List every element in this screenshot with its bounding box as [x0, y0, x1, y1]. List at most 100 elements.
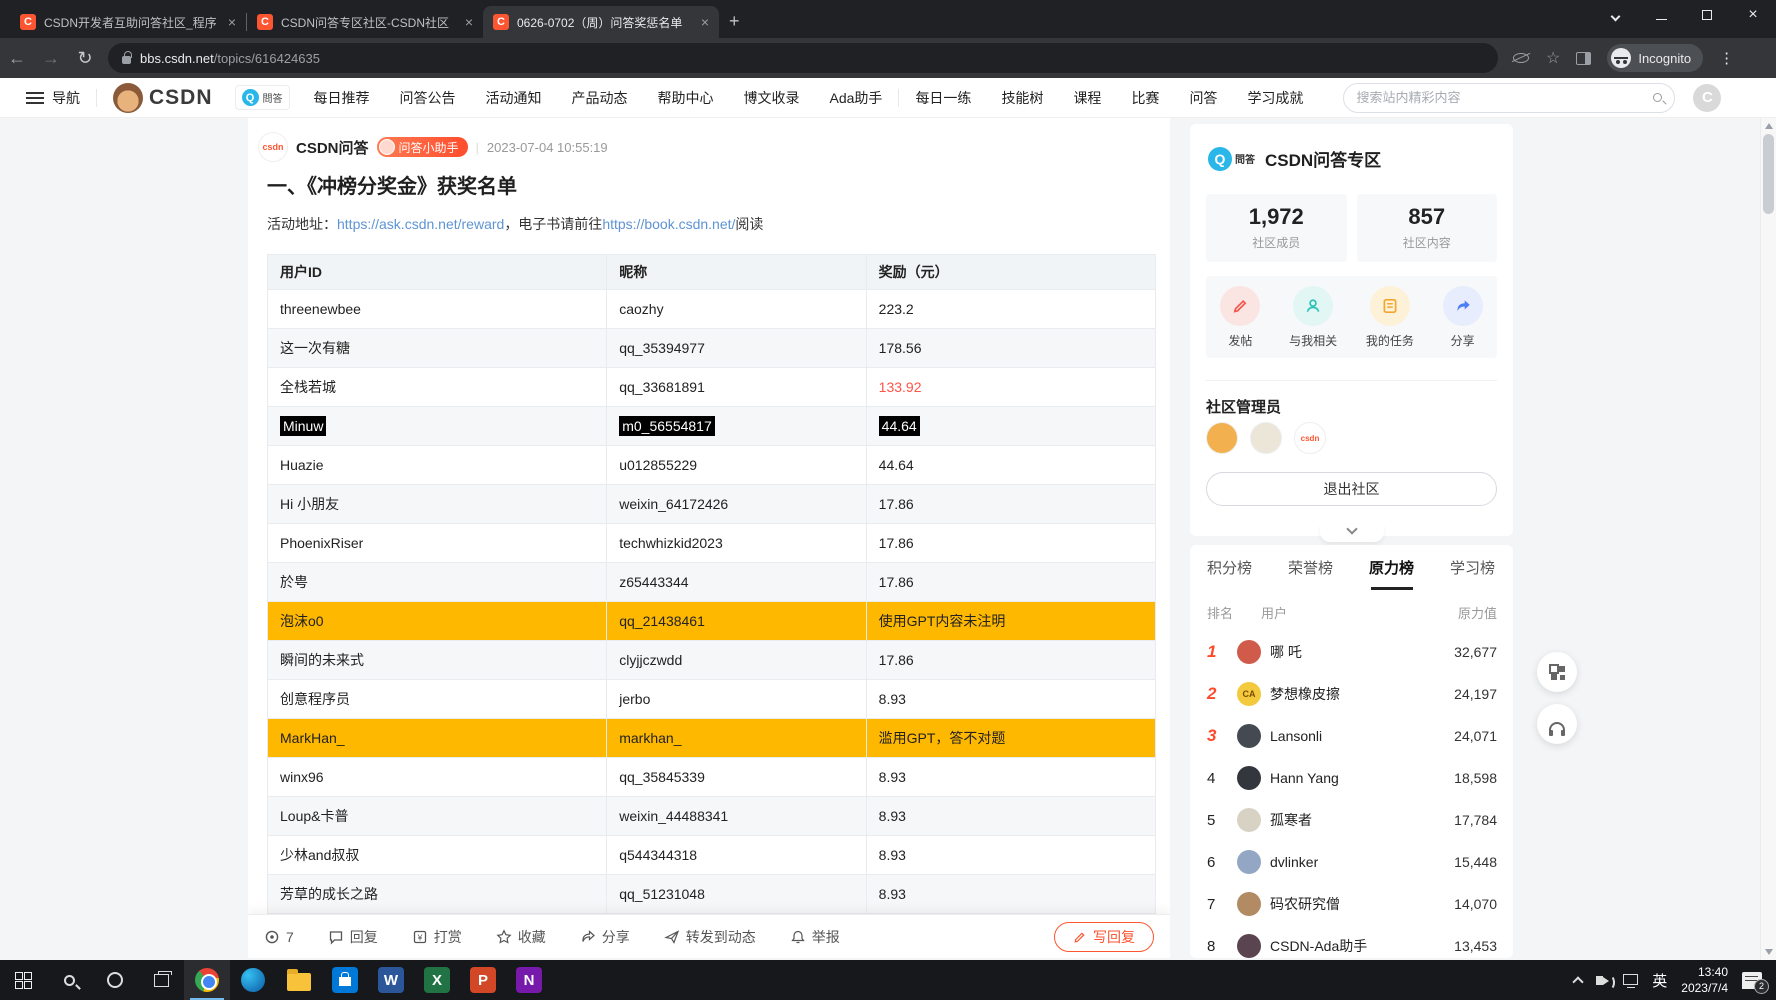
nav-link[interactable]: 帮助中心	[658, 88, 714, 108]
nav-menu-label[interactable]: 导航	[52, 88, 80, 108]
page-scrollbar[interactable]	[1760, 118, 1776, 960]
search-input[interactable]	[1356, 90, 1654, 105]
rank-number: 7	[1207, 895, 1216, 913]
browser-tab[interactable]: C CSDN问答专区社区-CSDN社区 ×	[247, 6, 483, 38]
tab-close-icon[interactable]: ×	[465, 15, 473, 29]
admin-avatar[interactable]	[1250, 422, 1282, 454]
community-action-与我相关[interactable]: 与我相关	[1289, 285, 1337, 349]
nav-link[interactable]: Ada助手	[830, 88, 883, 108]
ranking-row[interactable]: 7 码农研究僧 14,070	[1207, 883, 1497, 925]
search-box[interactable]	[1343, 82, 1676, 113]
post-author-avatar[interactable]: csdn	[258, 132, 288, 162]
bookmark-star-icon[interactable]: ☆	[1546, 48, 1560, 68]
nav-link[interactable]: 问答公告	[400, 88, 456, 108]
admin-avatar[interactable]: csdn	[1294, 422, 1326, 454]
hidden-icons-chevron[interactable]	[1572, 976, 1584, 988]
ranking-row[interactable]: 3 Lansonli 24,071	[1207, 715, 1497, 757]
community-action-分享[interactable]: 分享	[1442, 285, 1483, 349]
ranking-tab-学习榜[interactable]: 学习榜	[1450, 557, 1495, 590]
nav-link[interactable]: 每日推荐	[314, 88, 370, 108]
csdn-logo[interactable]: CSDN	[149, 86, 213, 110]
onenote-icon: N	[516, 967, 542, 993]
taskbar-app-word[interactable]: W	[368, 960, 414, 1000]
action-转发到动态[interactable]: 转发到动态	[663, 927, 756, 947]
action-打赏[interactable]: ¥ 打赏	[412, 927, 462, 947]
ranking-row[interactable]: 4 Hann Yang 18,598	[1207, 757, 1497, 799]
nav-link[interactable]: 活动通知	[486, 88, 542, 108]
task-view-button[interactable]	[138, 960, 184, 1000]
speaker-icon[interactable]	[1596, 974, 1616, 990]
ranking-tab-荣誉榜[interactable]: 荣誉榜	[1288, 557, 1333, 590]
scroll-up-arrow[interactable]	[1765, 123, 1773, 129]
eye-off-icon[interactable]	[1512, 52, 1530, 64]
scrollbar-thumb[interactable]	[1763, 134, 1774, 214]
ranking-row[interactable]: 5 孤寒者 17,784	[1207, 799, 1497, 841]
nav-link[interactable]: 学习成就	[1247, 88, 1303, 108]
action-center-icon[interactable]: 2	[1742, 971, 1769, 994]
browser-tab[interactable]: C 0626-0702（周）问答奖惩名单 ×	[483, 6, 719, 38]
restore-button[interactable]	[1684, 8, 1730, 23]
nav-link[interactable]: 博文收录	[744, 88, 800, 108]
collapse-button[interactable]	[1320, 523, 1384, 542]
taskbar-app-powerpoint[interactable]: P	[460, 960, 506, 1000]
ranking-row[interactable]: 2 CA 梦想橡皮擦 24,197	[1207, 673, 1497, 715]
community-qa-badge[interactable]: Q 問答	[234, 85, 290, 110]
ime-indicator[interactable]: 英	[1652, 970, 1667, 991]
action-举报[interactable]: 举报	[790, 927, 840, 947]
ranking-tab-积分榜[interactable]: 积分榜	[1207, 557, 1252, 590]
action-收藏[interactable]: 收藏	[496, 927, 546, 947]
close-button[interactable]: ×	[1730, 6, 1776, 24]
ranking-tab-原力榜[interactable]: 原力榜	[1369, 557, 1414, 590]
ranking-row[interactable]: 1 哪 吒 32,677	[1207, 631, 1497, 673]
browser-tab[interactable]: C CSDN开发者互助问答社区_程序 ×	[10, 6, 246, 38]
taskbar-app-onenote[interactable]: N	[506, 960, 552, 1000]
customer-service-button[interactable]	[1537, 704, 1577, 744]
address-bar[interactable]: bbs.csdn.net/topics/616424635	[108, 43, 1498, 73]
taskbar-app-edge[interactable]	[230, 960, 276, 1000]
nav-link[interactable]: 课程	[1073, 88, 1101, 108]
search-icon[interactable]	[1653, 93, 1663, 102]
action-分享[interactable]: 分享	[580, 927, 630, 947]
ranking-row[interactable]: 6 dvlinker 15,448	[1207, 841, 1497, 883]
reload-button[interactable]: ↻	[68, 48, 102, 69]
taskbar-app-file-explorer[interactable]	[276, 960, 322, 1000]
tab-close-icon[interactable]: ×	[228, 15, 236, 29]
action-回复[interactable]: 回复	[328, 927, 378, 947]
community-action-发帖[interactable]: 发帖	[1220, 285, 1261, 349]
back-button[interactable]: ←	[0, 48, 34, 69]
forward-button[interactable]: →	[34, 48, 68, 69]
browser-menu-icon[interactable]: ⋮	[1719, 49, 1734, 67]
taskbar-search-button[interactable]	[46, 960, 92, 1000]
activity-link[interactable]: https://ask.csdn.net/reward	[337, 216, 504, 232]
nav-link[interactable]: 每日一练	[915, 88, 971, 108]
taskbar-clock[interactable]: 13:40 2023/7/4	[1681, 964, 1728, 996]
c-member-icon[interactable]: C	[1693, 83, 1722, 112]
user-avatar[interactable]	[113, 82, 143, 113]
community-title[interactable]: CSDN问答专区	[1265, 146, 1381, 171]
new-tab-button[interactable]: +	[729, 11, 740, 32]
admin-avatar[interactable]	[1206, 422, 1238, 454]
minimize-button[interactable]	[1638, 8, 1684, 23]
hamburger-icon[interactable]	[26, 91, 44, 104]
taskbar-app-store[interactable]	[322, 960, 368, 1000]
network-icon[interactable]	[1623, 973, 1639, 988]
side-panel-icon[interactable]	[1576, 51, 1592, 65]
nav-link[interactable]: 产品动态	[572, 88, 628, 108]
nav-link[interactable]: 技能树	[1001, 88, 1043, 108]
nav-link[interactable]: 问答	[1189, 88, 1217, 108]
tab-close-icon[interactable]: ×	[701, 15, 709, 29]
start-button[interactable]	[0, 960, 46, 1000]
mini-program-button[interactable]	[1537, 652, 1577, 692]
community-action-我的任务[interactable]: 我的任务	[1366, 285, 1414, 349]
exit-community-button[interactable]: 退出社区	[1206, 472, 1497, 506]
taskbar-app-excel[interactable]: X	[414, 960, 460, 1000]
tab-search-icon[interactable]	[1592, 8, 1638, 23]
scroll-down-arrow[interactable]	[1765, 949, 1773, 955]
post-author-name[interactable]: CSDN问答	[296, 137, 369, 158]
ranking-row[interactable]: 8 CSDN-Ada助手 13,453	[1207, 925, 1497, 958]
ebook-link[interactable]: https://book.csdn.net/	[602, 216, 735, 232]
nav-link[interactable]: 比赛	[1131, 88, 1159, 108]
write-reply-button[interactable]: 写回复	[1054, 921, 1154, 952]
taskbar-app-chrome[interactable]	[184, 960, 230, 1000]
cortana-button[interactable]	[92, 960, 138, 1000]
